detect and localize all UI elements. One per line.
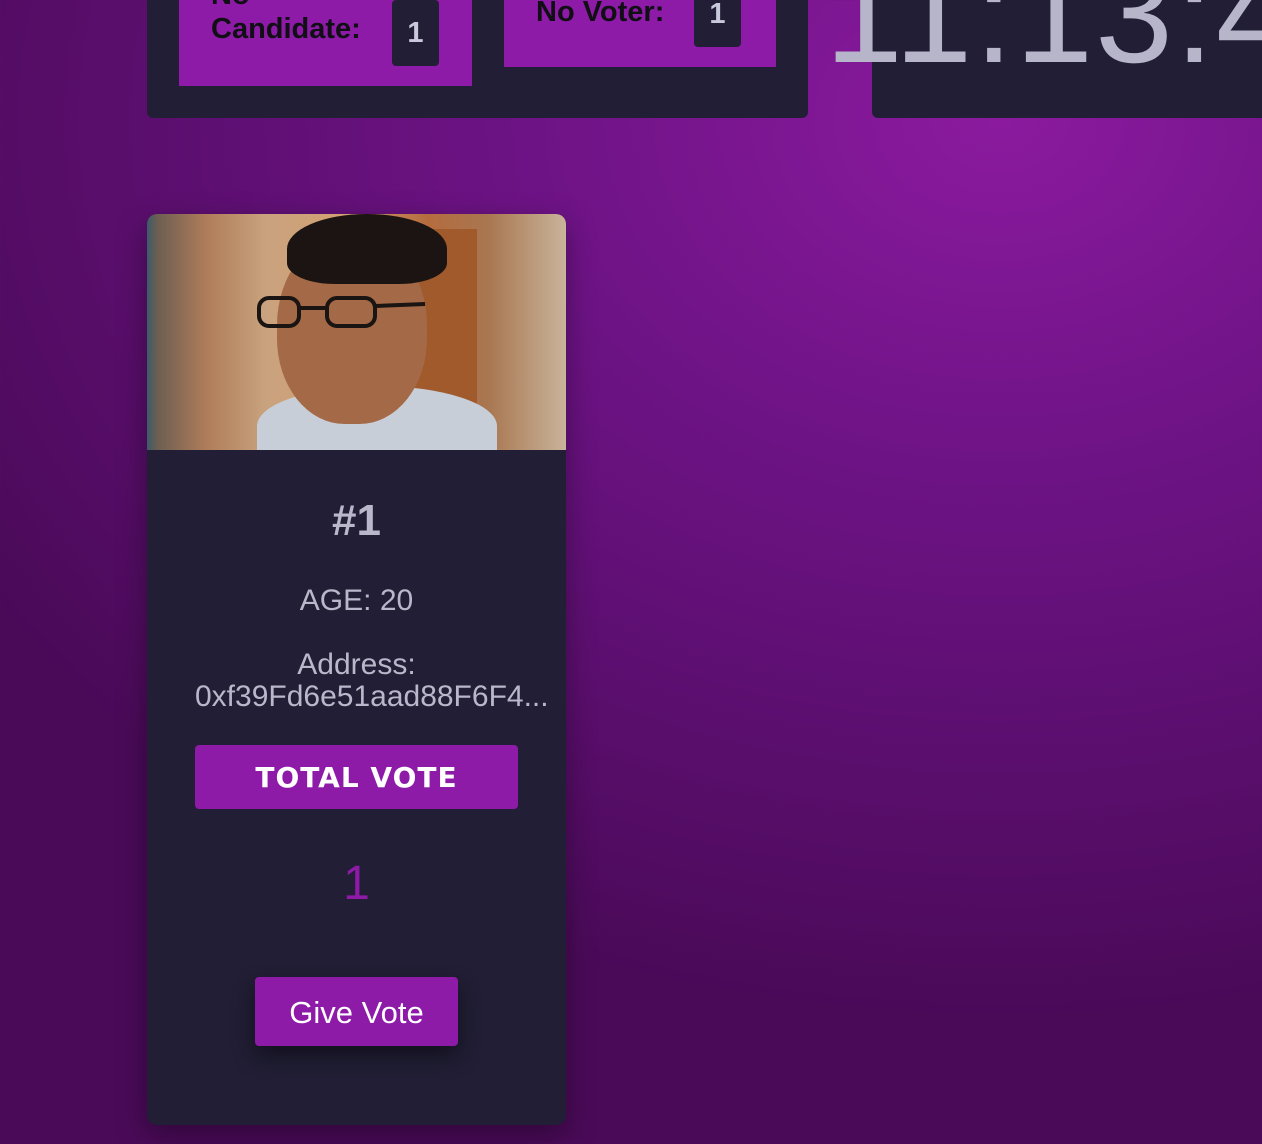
candidate-address-label: Address: [297,648,416,681]
candidate-count-box: No Candidate: 1 [179,0,472,86]
vote-count: 1 [343,857,370,910]
candidate-age: AGE: 20 [299,584,414,617]
candidate-card: #1 AGE: 20 Address: 0xf39Fd6e51aad88F6F4… [147,214,566,1125]
candidate-photo [147,214,566,450]
countdown-clock: 11:13:4 [825,0,1262,92]
candidate-address: 0xf39Fd6e51aad88F6F4... [195,680,549,713]
candidate-count-label: No Candidate: [211,0,361,45]
total-vote-button[interactable]: TOTAL VOTE [195,745,518,809]
stats-panel: No Candidate: 1 No Voter: 1 [147,0,808,118]
candidate-count-value: 1 [392,0,439,66]
candidate-title: #1 [332,496,381,545]
voter-count-value: 1 [694,0,741,47]
voter-count-box: No Voter: 1 [504,0,776,67]
photo-hair [287,214,447,284]
give-vote-button[interactable]: Give Vote [255,977,458,1046]
voter-count-label: No Voter: [536,0,665,28]
photo-glasses [257,296,426,328]
